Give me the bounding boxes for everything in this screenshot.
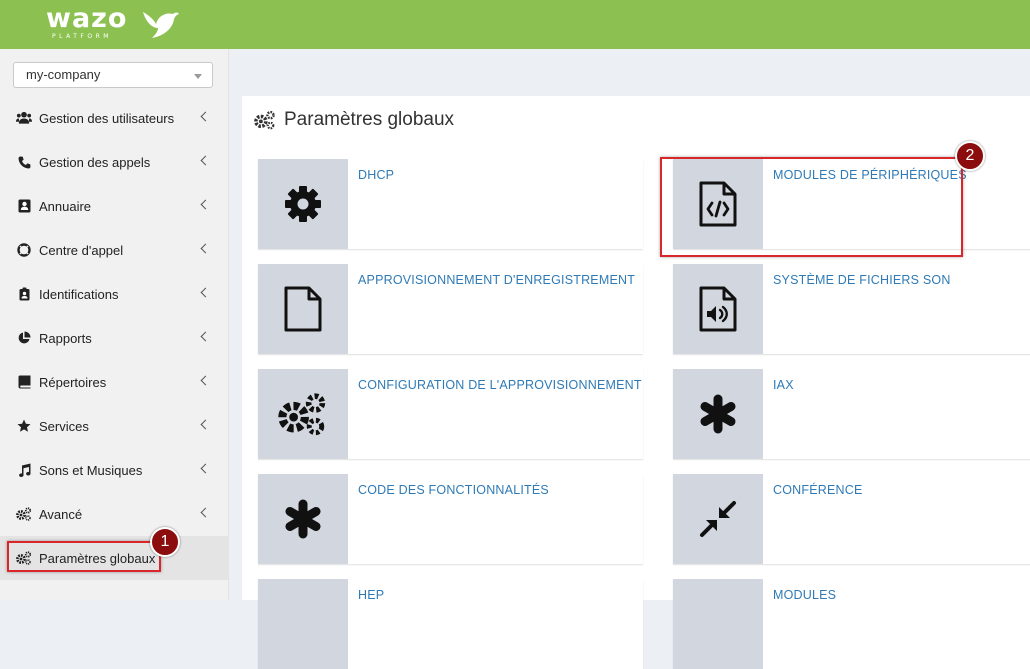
logo-subtext: PLATFORM <box>52 33 112 40</box>
chevron-left-icon <box>200 199 211 210</box>
logo-text: wazo <box>46 3 128 34</box>
tile-label[interactable]: CONFÉRENCE <box>773 483 863 497</box>
sidebar-item-call-center[interactable]: Centre d'appel <box>0 228 229 272</box>
chevron-left-icon <box>200 287 211 298</box>
tile-icon-box <box>673 474 763 564</box>
step-badge-2: 2 <box>955 141 985 171</box>
sidebar: my-company Gestion des utilisateurs Gest… <box>0 49 229 600</box>
page-title: Paramètres globaux <box>254 109 454 131</box>
sidebar-item-label: Avancé <box>39 506 83 522</box>
chevron-left-icon <box>200 375 211 386</box>
sidebar-item-label: Annuaire <box>39 198 92 214</box>
file-icon <box>284 286 322 332</box>
chevron-left-icon <box>200 331 211 342</box>
star-icon <box>16 418 32 434</box>
tile-icon-box <box>258 264 348 354</box>
address-book-icon <box>16 198 32 214</box>
sidebar-item-label: Rapports <box>39 330 92 346</box>
music-icon <box>16 462 32 478</box>
sidebar-item-identifications[interactable]: Identifications <box>0 272 229 316</box>
tile-label[interactable]: IAX <box>773 378 794 392</box>
sidebar-item-label: Gestion des utilisateurs <box>39 110 175 126</box>
sidebar-item-sounds-music[interactable]: Sons et Musiques <box>0 448 229 492</box>
compress-icon <box>700 501 736 537</box>
asterisk-icon <box>700 394 736 434</box>
tile-icon-box <box>258 474 348 564</box>
tile-dhcp[interactable]: DHCP <box>258 159 643 249</box>
chevron-left-icon <box>200 507 211 518</box>
id-badge-icon <box>16 286 32 302</box>
lifebuoy-icon <box>16 242 32 258</box>
tile-icon-box <box>258 369 348 459</box>
tile-label[interactable]: SYSTÈME DE FICHIERS SON <box>773 273 951 287</box>
sidebar-item-label: Identifications <box>39 286 119 302</box>
pie-chart-icon <box>16 330 32 346</box>
tile-label[interactable]: CODE DES FONCTIONNALITÉS <box>358 483 549 497</box>
cogs-icon <box>254 110 276 130</box>
chevron-left-icon <box>200 463 211 474</box>
tile-icon-box <box>673 264 763 354</box>
company-select[interactable]: my-company <box>13 62 213 88</box>
tile-label[interactable]: CONFIGURATION DE L'APPROVISIONNEMENT <box>358 378 642 392</box>
top-header: wazo PLATFORM <box>0 0 1030 49</box>
tile-conference[interactable]: CONFÉRENCE <box>673 474 1030 564</box>
sidebar-item-repertoires[interactable]: Répertoires <box>0 360 229 404</box>
sidebar-item-label: Répertoires <box>39 374 107 390</box>
tile-icon-box <box>673 369 763 459</box>
company-select-value: my-company <box>26 67 101 82</box>
cogs-icon <box>278 393 326 436</box>
tile-hep[interactable]: HEP <box>258 579 643 669</box>
sidebar-item-services[interactable]: Services <box>0 404 229 448</box>
chevron-left-icon <box>200 243 211 254</box>
sidebar-item-label: Centre d'appel <box>39 242 124 258</box>
tile-registration-provisioning[interactable]: APPROVISIONNEMENT D'ENREGISTREMENT <box>258 264 643 354</box>
caret-down-icon <box>194 74 202 79</box>
step-badge-1: 1 <box>150 527 180 557</box>
wazo-logo[interactable]: wazo PLATFORM <box>46 3 179 40</box>
sidebar-item-label: Services <box>39 418 89 434</box>
tile-icon-box <box>673 579 763 669</box>
highlight-box-global-settings <box>7 541 161 572</box>
tile-sound-filesystem[interactable]: SYSTÈME DE FICHIERS SON <box>673 264 1030 354</box>
tile-icon-box <box>258 579 348 669</box>
sidebar-item-calls[interactable]: Gestion des appels <box>0 140 229 184</box>
page-title-text: Paramètres globaux <box>284 109 455 130</box>
highlight-box-device-modules <box>660 157 963 257</box>
chevron-left-icon <box>200 155 211 166</box>
tile-label[interactable]: DHCP <box>358 168 394 182</box>
bird-icon <box>143 12 179 38</box>
sidebar-item-users[interactable]: Gestion des utilisateurs <box>0 96 229 140</box>
tile-feature-codes[interactable]: CODE DES FONCTIONNALITÉS <box>258 474 643 564</box>
chevron-left-icon <box>200 419 211 430</box>
users-icon <box>16 110 32 126</box>
phone-icon <box>16 154 32 170</box>
tile-iax[interactable]: IAX <box>673 369 1030 459</box>
sidebar-item-label: Gestion des appels <box>39 154 151 170</box>
sidebar-item-reports[interactable]: Rapports <box>0 316 229 360</box>
asterisk-icon <box>285 499 321 539</box>
sidebar-menu: Gestion des utilisateurs Gestion des app… <box>0 96 229 580</box>
tile-label[interactable]: APPROVISIONNEMENT D'ENREGISTREMENT <box>358 273 635 287</box>
sidebar-item-advanced[interactable]: Avancé <box>0 492 229 536</box>
tile-icon-box <box>258 159 348 249</box>
chevron-left-icon <box>200 111 211 122</box>
file-audio-icon <box>699 286 737 332</box>
sidebar-item-directory[interactable]: Annuaire <box>0 184 229 228</box>
sidebar-item-label: Sons et Musiques <box>39 462 143 478</box>
tile-provisioning-config[interactable]: CONFIGURATION DE L'APPROVISIONNEMENT <box>258 369 643 459</box>
gear-icon <box>285 186 321 222</box>
book-icon <box>16 374 32 390</box>
cogs-icon <box>16 506 32 522</box>
tile-modules[interactable]: MODULES <box>673 579 1030 669</box>
